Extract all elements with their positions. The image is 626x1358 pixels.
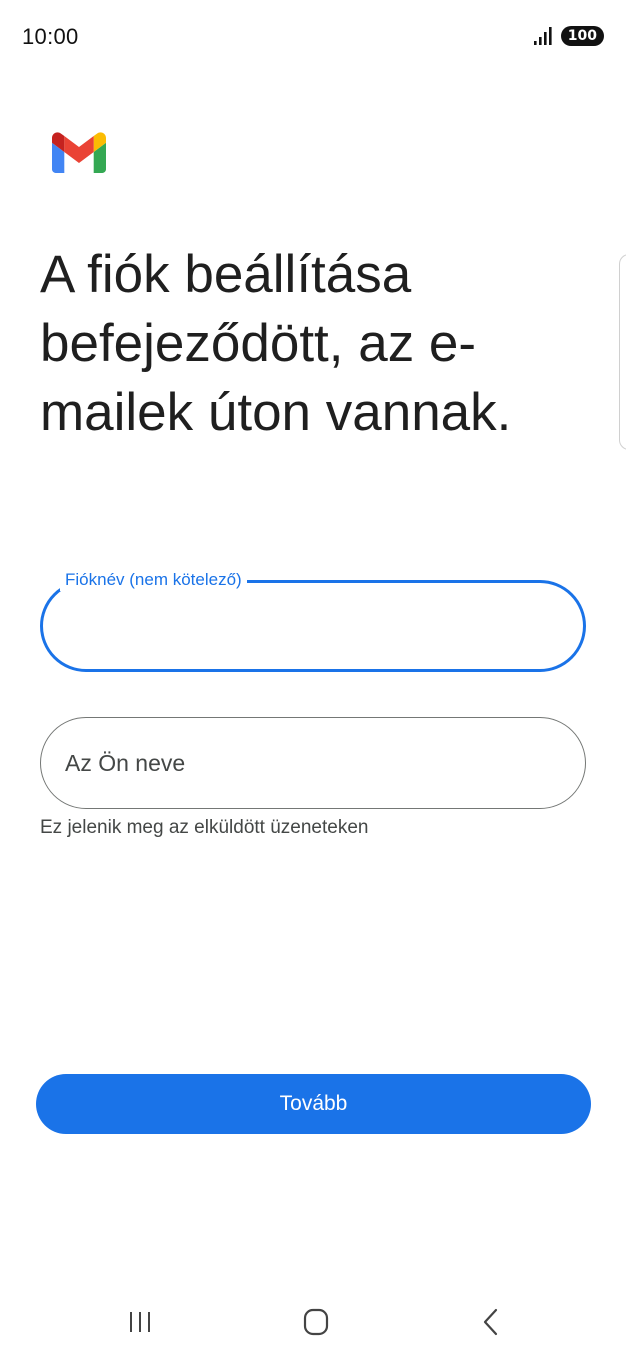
gmail-logo [52,132,106,173]
recents-button[interactable] [120,1304,160,1340]
status-bar: 10:00 100 [0,0,626,76]
status-time: 10:00 [22,24,79,49]
battery-indicator: 100 [560,26,604,46]
account-name-label: Fióknév (nem kötelező) [60,569,247,591]
home-button[interactable] [296,1304,336,1340]
next-button[interactable]: Tovább [36,1074,591,1134]
signal-bars-icon [533,27,552,45]
your-name-helper-text: Ez jelenik meg az elküldött üzeneteken [40,817,369,838]
back-icon [483,1308,498,1336]
navigation-bar [0,1290,626,1354]
account-name-field[interactable] [40,580,586,672]
account-name-input[interactable] [67,583,559,669]
page-title: A fiók beállítása befejeződött, az e-mai… [40,245,512,442]
your-name-input[interactable] [65,718,561,808]
recents-icon [130,1312,150,1332]
edge-panel-handle[interactable] [619,254,626,450]
your-name-field[interactable] [40,717,586,809]
status-icons: 100 [533,26,604,46]
back-button[interactable] [471,1304,511,1340]
home-icon [303,1308,329,1336]
